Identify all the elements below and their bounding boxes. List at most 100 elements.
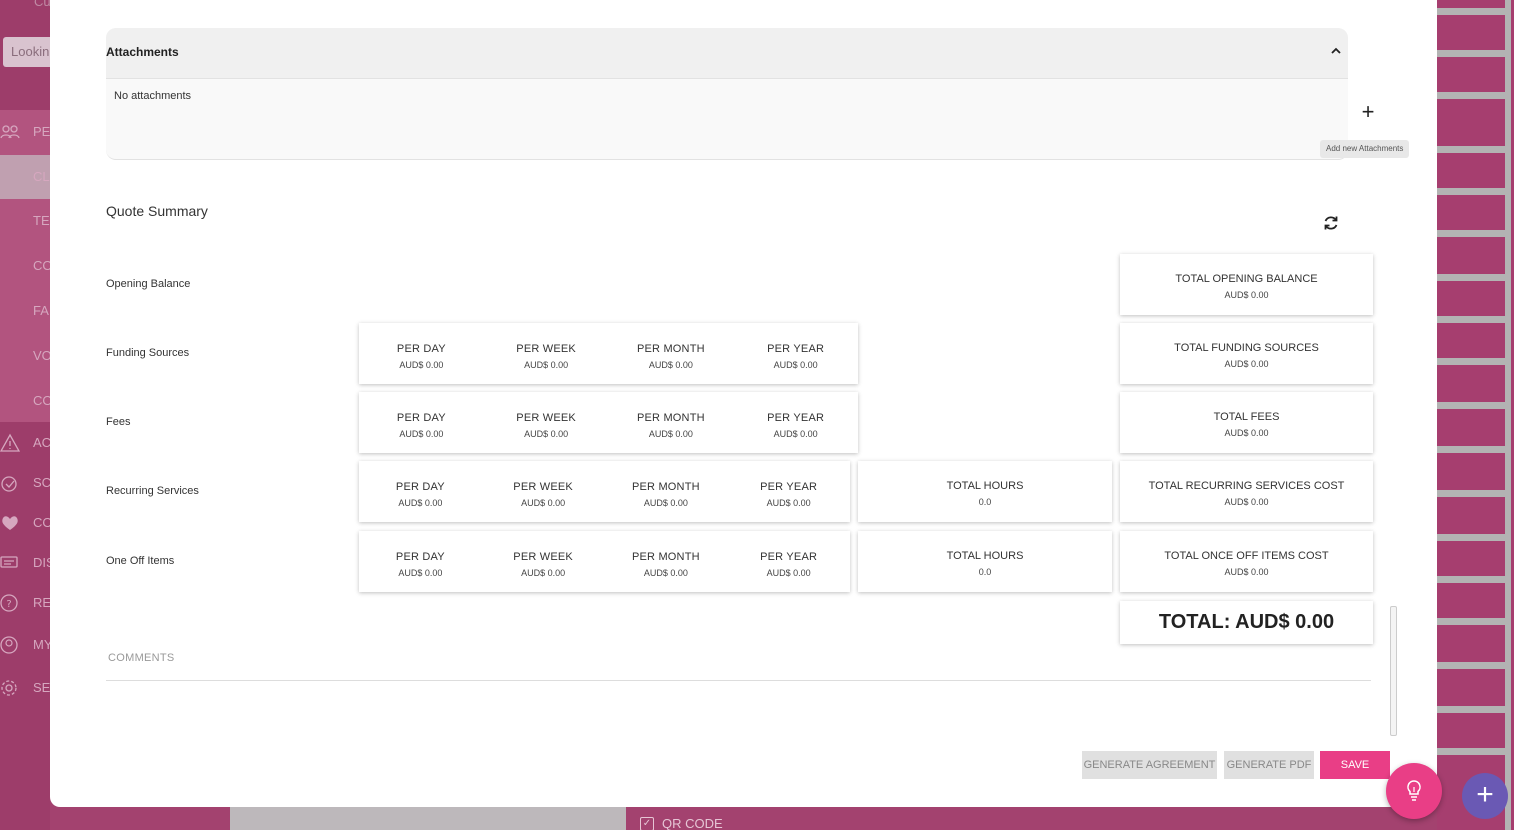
sidebar-item-dis[interactable]: DIS <box>0 548 55 578</box>
period-value: AUD$ 0.00 <box>648 360 693 370</box>
per-day-cell: PER DAY AUD$ 0.00 <box>359 531 482 592</box>
sidebar-top-text: Cu <box>34 0 51 9</box>
total-value: AUD$ 0.00 <box>1224 567 1269 577</box>
checkbox-icon: ✓ <box>640 816 654 830</box>
period-value: AUD$ 0.00 <box>766 568 811 578</box>
qr-code-label: QR CODE <box>662 816 723 830</box>
sidebar-item-label: SC <box>33 475 52 490</box>
sidebar-item-label: PE <box>33 124 51 139</box>
total-recurring-services-card: TOTAL RECURRING SERVICES COST AUD$ 0.00 <box>1120 461 1373 522</box>
qr-code-option[interactable]: ✓ QR CODE <box>640 816 723 830</box>
period-value: AUD$ 0.00 <box>773 360 818 370</box>
total-value: AUD$ 0.00 <box>1224 359 1269 369</box>
per-month-cell: PER MONTH AUD$ 0.00 <box>609 323 734 384</box>
tips-fab-button[interactable] <box>1386 763 1442 819</box>
chevron-up-icon[interactable] <box>1328 43 1344 59</box>
period-value: AUD$ 0.00 <box>643 568 688 578</box>
period-heading: PER YEAR <box>767 343 825 355</box>
svg-text:?: ? <box>6 599 11 610</box>
period-heading: PER MONTH <box>636 412 705 424</box>
comments-scrollbar[interactable] <box>1390 606 1397 736</box>
clock-icon <box>0 473 20 493</box>
sidebar-item-co-2[interactable]: CO <box>0 386 53 416</box>
background-stripe <box>1437 402 1507 409</box>
per-month-cell: PER MONTH AUD$ 0.00 <box>605 461 728 522</box>
total-value: AUD$ 0.00 <box>1224 290 1269 300</box>
hours-heading: TOTAL HOURS <box>946 550 1024 562</box>
sidebar-item-te[interactable]: TE <box>0 206 50 236</box>
per-week-cell: PER WEEK AUD$ 0.00 <box>484 323 609 384</box>
sidebar-item-label: VO <box>33 348 52 363</box>
funding-sources-label: Funding Sources <box>106 347 190 359</box>
period-value: AUD$ 0.00 <box>524 360 569 370</box>
add-attachment-tooltip: Add new Attachments <box>1320 140 1410 158</box>
total-heading: TOTAL FEES <box>1213 411 1280 423</box>
per-week-cell: PER WEEK AUD$ 0.00 <box>484 392 609 453</box>
add-fab-button[interactable]: + <box>1462 773 1508 819</box>
period-heading: PER DAY <box>396 343 446 355</box>
background-stripe <box>1437 188 1507 195</box>
sidebar-item-ac[interactable]: AC <box>0 428 52 458</box>
total-heading: TOTAL OPENING BALANCE <box>1175 273 1318 285</box>
per-year-cell: PER YEAR AUD$ 0.00 <box>727 531 850 592</box>
period-heading: PER DAY <box>395 551 445 563</box>
comments-field[interactable]: COMMENTS <box>108 652 175 664</box>
sidebar-item-clients[interactable]: CL <box>0 162 50 192</box>
period-value: AUD$ 0.00 <box>521 498 566 508</box>
per-month-cell: PER MONTH AUD$ 0.00 <box>609 392 734 453</box>
quote-summary-title: Quote Summary <box>106 203 208 219</box>
sidebar-item-label: RE <box>33 595 52 610</box>
period-value: AUD$ 0.00 <box>521 568 566 578</box>
sidebar-item-re[interactable]: ? RE <box>0 588 52 618</box>
background-stripe <box>1437 662 1507 669</box>
opening-balance-label: Opening Balance <box>106 278 191 290</box>
sidebar-item-people[interactable]: PE <box>0 117 50 147</box>
sidebar-item-co-3[interactable]: CO <box>0 508 53 538</box>
alert-icon <box>0 433 21 453</box>
sidebar-item-my[interactable]: MY <box>0 630 53 660</box>
per-year-cell: PER YEAR AUD$ 0.00 <box>733 392 858 453</box>
total-fees-card: TOTAL FEES AUD$ 0.00 <box>1120 392 1373 453</box>
sidebar-item-label: TE <box>33 213 50 228</box>
period-value: AUD$ 0.00 <box>399 429 444 439</box>
background-stripe <box>1437 316 1507 323</box>
refresh-icon[interactable] <box>1322 214 1340 232</box>
sidebar-item-fa[interactable]: FA <box>0 296 50 326</box>
background-sidebar: Cu Lookin PE CL TE CO FA VO CO AC SC CO … <box>0 0 63 830</box>
per-day-cell: PER DAY AUD$ 0.00 <box>359 461 482 522</box>
background-stripe <box>1437 618 1507 625</box>
total-opening-balance-card: TOTAL OPENING BALANCE AUD$ 0.00 <box>1120 254 1373 315</box>
background-stripe <box>1437 230 1507 237</box>
per-day-cell: PER DAY AUD$ 0.00 <box>359 323 484 384</box>
background-stripe <box>1437 748 1507 755</box>
save-button[interactable]: SAVE <box>1320 751 1390 779</box>
period-value: AUD$ 0.00 <box>398 568 443 578</box>
user-icon <box>0 635 20 655</box>
total-heading: TOTAL RECURRING SERVICES COST <box>1148 480 1345 492</box>
sidebar-item-label: SE <box>33 680 51 695</box>
sidebar-item-se[interactable]: SE <box>0 673 50 703</box>
background-grey-block <box>230 806 626 830</box>
one-off-total-hours-card: TOTAL HOURS 0.0 <box>858 531 1112 592</box>
generate-pdf-button[interactable]: GENERATE PDF <box>1224 751 1314 779</box>
sidebar-item-label: AC <box>33 435 52 450</box>
sidebar-item-co-1[interactable]: CO <box>0 251 53 281</box>
attachments-header[interactable]: Attachments <box>106 28 1348 79</box>
people-icon <box>0 122 20 142</box>
period-heading: PER DAY <box>395 481 445 493</box>
per-month-cell: PER MONTH AUD$ 0.00 <box>605 531 728 592</box>
period-heading: PER DAY <box>396 412 446 424</box>
hours-value: 0.0 <box>978 497 992 507</box>
sidebar-item-sc[interactable]: SC <box>0 468 52 498</box>
add-attachment-button[interactable]: + <box>1356 101 1380 125</box>
total-heading: TOTAL ONCE OFF ITEMS COST <box>1164 550 1329 562</box>
period-value: AUD$ 0.00 <box>399 360 444 370</box>
sidebar-item-vo[interactable]: VO <box>0 341 52 371</box>
recurring-services-label: Recurring Services <box>106 485 199 497</box>
total-heading: TOTAL FUNDING SOURCES <box>1174 342 1319 354</box>
recurring-total-hours-card: TOTAL HOURS 0.0 <box>858 461 1112 522</box>
sidebar-item-label: FA <box>33 303 49 318</box>
generate-agreement-button[interactable]: GENERATE AGREEMENT <box>1082 751 1217 779</box>
fees-label: Fees <box>106 416 131 428</box>
period-value: AUD$ 0.00 <box>643 498 688 508</box>
